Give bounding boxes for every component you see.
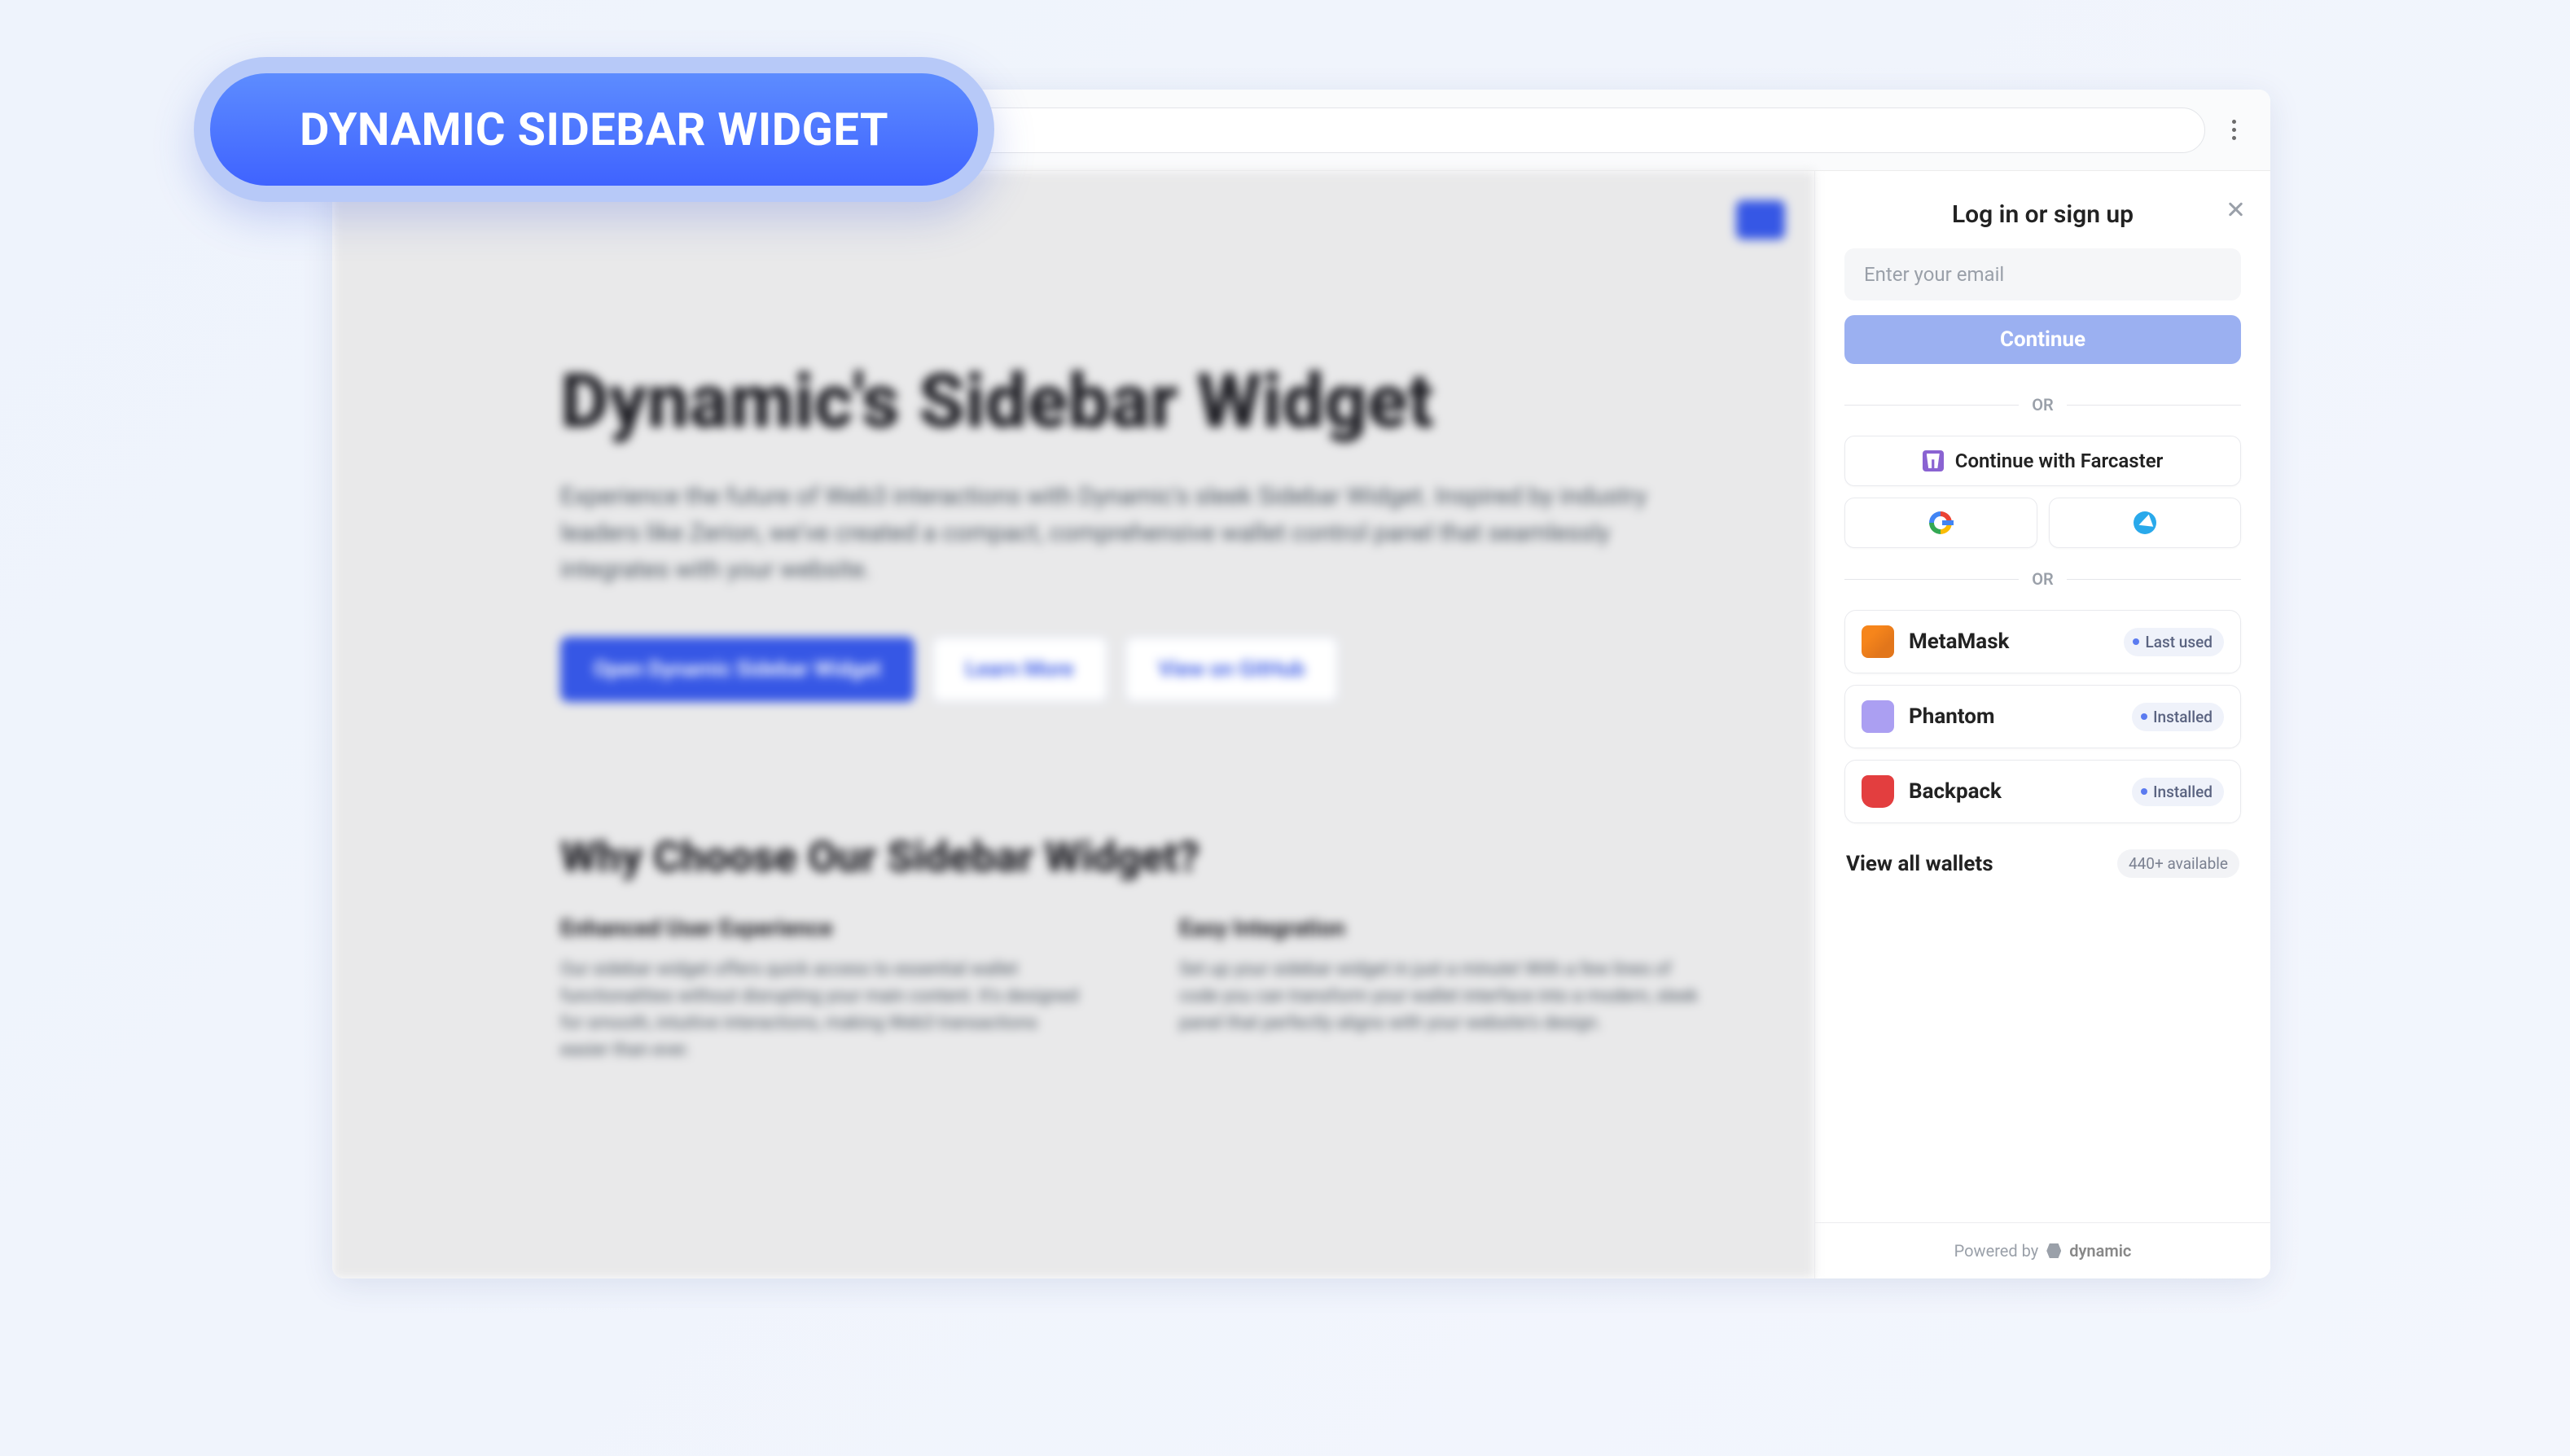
farcaster-label: Continue with Farcaster [1955, 450, 2164, 472]
close-icon[interactable] [2225, 199, 2246, 220]
feature-title: Enhanced User Experience [560, 914, 1081, 941]
wallet-name: Backpack [1909, 779, 2117, 804]
wallet-name: Phantom [1909, 704, 2117, 729]
browser-menu-icon[interactable] [2221, 120, 2246, 140]
backpack-icon [1862, 775, 1894, 808]
wallet-name: MetaMask [1909, 629, 2109, 654]
divider-label: OR [2032, 395, 2054, 414]
section-title: Why Choose Our Sidebar Widget? [560, 832, 1700, 882]
divider-label: OR [2032, 569, 2054, 589]
email-field[interactable] [1844, 248, 2241, 300]
feature-desc: Our sidebar widget offers quick access t… [560, 956, 1081, 1063]
farcaster-icon [1923, 450, 1944, 471]
callout-text: DYNAMIC SIDEBAR WIDGET [300, 103, 888, 156]
brand-name: dynamic [2069, 1241, 2131, 1261]
wallet-item-backpack[interactable]: Backpack Installed [1844, 760, 2241, 823]
dynamic-logo-icon [2046, 1243, 2061, 1258]
status-badge: Installed [2132, 703, 2224, 731]
sidebar-title: Log in or sign up [1952, 200, 2134, 229]
callout-pill: DYNAMIC SIDEBAR WIDGET [194, 57, 994, 202]
status-badge: Installed [2132, 778, 2224, 806]
wallet-item-phantom[interactable]: Phantom Installed [1844, 685, 2241, 748]
feature-desc: Set up your sidebar widget in just a min… [1179, 956, 1700, 1037]
hero-description: Experience the future of Web3 interactio… [560, 478, 1700, 588]
browser-window: Dynamic's Sidebar Widget Experience the … [332, 90, 2270, 1278]
view-github-button[interactable]: View on GitHub [1125, 637, 1339, 702]
phantom-icon [1862, 700, 1894, 733]
google-icon [1929, 511, 1952, 534]
divider: OR [1844, 569, 2241, 589]
feature-title: Easy Integration [1179, 914, 1700, 941]
available-count: 440+ available [2117, 849, 2239, 878]
farcaster-button[interactable]: Continue with Farcaster [1844, 436, 2241, 486]
wallet-item-metamask[interactable]: MetaMask Last used [1844, 610, 2241, 673]
view-all-label: View all wallets [1846, 852, 1993, 876]
nav-button[interactable] [1736, 200, 1785, 239]
google-button[interactable] [1844, 498, 2037, 548]
page-main: Dynamic's Sidebar Widget Experience the … [332, 171, 1814, 1278]
telegram-button[interactable] [2049, 498, 2242, 548]
sidebar-footer: Powered by dynamic [1815, 1222, 2270, 1278]
learn-more-button[interactable]: Learn More [932, 637, 1107, 702]
open-widget-button[interactable]: Open Dynamic Sidebar Widget [560, 637, 914, 702]
view-all-wallets[interactable]: View all wallets 440+ available [1844, 844, 2241, 883]
hero-title: Dynamic's Sidebar Widget [560, 358, 1700, 445]
metamask-icon [1862, 625, 1894, 658]
page-top-nav [1736, 200, 1785, 239]
telegram-icon [2134, 511, 2156, 534]
divider: OR [1844, 395, 2241, 414]
status-badge: Last used [2124, 628, 2224, 656]
powered-by-label: Powered by [1954, 1241, 2039, 1261]
continue-button[interactable]: Continue [1844, 315, 2241, 364]
auth-sidebar: Log in or sign up Continue OR Continue w… [1814, 171, 2270, 1278]
